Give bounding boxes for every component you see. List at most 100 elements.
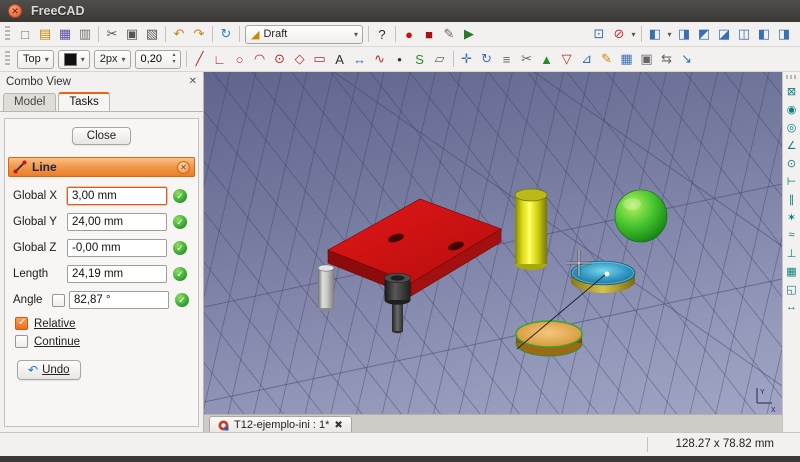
line-task-header[interactable]: Line ✕ xyxy=(8,157,195,177)
spin-down-icon[interactable]: ▾ xyxy=(173,59,176,66)
view-menu-arrow-icon[interactable]: ▾ xyxy=(665,24,674,44)
downgrade-icon[interactable]: ▽ xyxy=(557,49,577,69)
facebinder-icon[interactable]: ▱ xyxy=(430,49,450,69)
working-plane-selector[interactable]: Top ▾ xyxy=(17,50,54,69)
toolbar-handle[interactable] xyxy=(5,26,10,42)
global-z-input[interactable] xyxy=(67,239,167,257)
mirror-icon[interactable]: ⇆ xyxy=(657,49,677,69)
view-rear-icon[interactable]: ◫ xyxy=(734,24,754,44)
view-bottom-icon[interactable]: ◧ xyxy=(754,24,774,44)
toolbar-handle[interactable] xyxy=(5,51,10,67)
refresh-icon[interactable]: ↻ xyxy=(216,24,236,44)
global-x-input[interactable] xyxy=(67,187,167,205)
snap-center-icon[interactable]: ⊙ xyxy=(784,155,800,171)
panel-close-icon[interactable]: ✕ xyxy=(189,76,197,87)
toolbar-handle[interactable] xyxy=(786,75,798,79)
edit-icon[interactable]: ✎ xyxy=(597,49,617,69)
angle-lock-checkbox[interactable] xyxy=(52,294,65,307)
macro-stop-icon[interactable]: ■ xyxy=(419,24,439,44)
stretch-icon[interactable]: ↘ xyxy=(677,49,697,69)
copy-icon[interactable]: ▣ xyxy=(122,24,142,44)
cut-icon[interactable]: ✂ xyxy=(102,24,122,44)
document-tab[interactable]: T12-ejemplo-ini : 1* ✖ xyxy=(209,416,352,433)
shapestring-icon[interactable]: S xyxy=(410,49,430,69)
undo-button[interactable]: ↶ Undo xyxy=(17,360,81,380)
macro-edit-icon[interactable]: ✎ xyxy=(439,24,459,44)
workbench-selector[interactable]: ◢ Draft ▾ xyxy=(245,25,363,44)
tab-model[interactable]: Model xyxy=(3,93,56,111)
scale-spinbox[interactable]: ▴ ▾ xyxy=(135,50,181,69)
object-gray-cylinder[interactable] xyxy=(318,265,334,311)
offset-icon[interactable]: ≡ xyxy=(497,49,517,69)
open-document-icon[interactable]: ▤ xyxy=(35,24,55,44)
3d-viewport[interactable]: Y X xyxy=(204,72,782,414)
spinbox-arrows[interactable]: ▴ ▾ xyxy=(173,52,176,65)
fit-all-icon[interactable]: ⊡ xyxy=(589,24,609,44)
snap-dimensions-icon[interactable]: ↔ xyxy=(784,299,800,315)
object-red-plate[interactable] xyxy=(328,199,501,296)
continue-label[interactable]: Continue xyxy=(34,336,80,348)
save-icon[interactable]: ▦ xyxy=(55,24,75,44)
ellipse-icon[interactable]: ⊙ xyxy=(270,49,290,69)
array-icon[interactable]: ▦ xyxy=(617,49,637,69)
print-icon[interactable]: ▥ xyxy=(75,24,95,44)
snap-angle-icon[interactable]: ∠ xyxy=(784,137,800,153)
clone-icon[interactable]: ▣ xyxy=(637,49,657,69)
length-input[interactable] xyxy=(67,265,167,283)
tab-tasks[interactable]: Tasks xyxy=(58,92,109,111)
scale-spinbox-input[interactable] xyxy=(141,53,169,65)
close-task-button[interactable]: Close xyxy=(72,127,131,145)
view-front-icon[interactable]: ◨ xyxy=(674,24,694,44)
view-isometric-icon[interactable]: ◧ xyxy=(645,24,665,44)
object-yellow-cylinder[interactable] xyxy=(515,189,547,270)
snap-ortho-icon[interactable]: ⊥ xyxy=(784,245,800,261)
line-icon[interactable]: ╱ xyxy=(190,49,210,69)
line-width-selector[interactable]: 2px ▾ xyxy=(94,50,131,69)
tab-close-icon[interactable]: ✖ xyxy=(334,420,342,431)
dimension-icon[interactable]: ↔ xyxy=(350,49,370,69)
move-icon[interactable]: ✛ xyxy=(457,49,477,69)
object-green-sphere[interactable] xyxy=(615,190,667,242)
snap-grid-icon[interactable]: ▦ xyxy=(784,263,800,279)
view-right-icon[interactable]: ◪ xyxy=(714,24,734,44)
rectangle-icon[interactable]: ▭ xyxy=(310,49,330,69)
new-document-icon[interactable]: □ xyxy=(15,24,35,44)
macro-execute-icon[interactable]: ▶ xyxy=(459,24,479,44)
snap-special-icon[interactable]: ✶ xyxy=(784,209,800,225)
snap-lock-icon[interactable]: ⊠ xyxy=(784,83,800,99)
bspline-icon[interactable]: ∿ xyxy=(370,49,390,69)
redo-icon[interactable]: ↷ xyxy=(189,24,209,44)
line-color-selector[interactable]: ▾ xyxy=(58,50,90,69)
snap-midpoint-icon[interactable]: ◎ xyxy=(784,119,800,135)
snap-working-plane-icon[interactable]: ◱ xyxy=(784,281,800,297)
point-icon[interactable]: • xyxy=(390,49,410,69)
angle-input[interactable] xyxy=(69,291,169,309)
view-left-icon[interactable]: ◨ xyxy=(774,24,794,44)
global-y-input[interactable] xyxy=(67,213,167,231)
paste-icon[interactable]: ▧ xyxy=(142,24,162,44)
object-orange-disk[interactable] xyxy=(516,321,582,356)
draw-style-arrow-icon[interactable]: ▾ xyxy=(629,24,638,44)
macro-record-icon[interactable]: ● xyxy=(399,24,419,44)
text-icon[interactable]: A xyxy=(330,49,350,69)
relative-checkbox[interactable] xyxy=(15,317,28,330)
whatsthis-icon[interactable]: ? xyxy=(372,24,392,44)
polygon-icon[interactable]: ◇ xyxy=(290,49,310,69)
task-header-close-icon[interactable]: ✕ xyxy=(177,161,190,174)
upgrade-icon[interactable]: ▲ xyxy=(537,49,557,69)
polyline-icon[interactable]: ∟ xyxy=(210,49,230,69)
trimex-icon[interactable]: ✂ xyxy=(517,49,537,69)
circle-icon[interactable]: ○ xyxy=(230,49,250,69)
undo-icon[interactable]: ↶ xyxy=(169,24,189,44)
snap-endpoint-icon[interactable]: ◉ xyxy=(784,101,800,117)
window-close-button[interactable]: ✕ xyxy=(8,4,22,18)
rotate-icon[interactable]: ↻ xyxy=(477,49,497,69)
relative-label[interactable]: Relative xyxy=(34,318,76,330)
snap-extension-icon[interactable]: ⊢ xyxy=(784,173,800,189)
arc-icon[interactable]: ◠ xyxy=(250,49,270,69)
object-black-bolt[interactable] xyxy=(385,273,411,333)
view-top-icon[interactable]: ◩ xyxy=(694,24,714,44)
continue-checkbox[interactable] xyxy=(15,335,28,348)
scale-icon[interactable]: ⊿ xyxy=(577,49,597,69)
snap-parallel-icon[interactable]: ∥ xyxy=(784,191,800,207)
